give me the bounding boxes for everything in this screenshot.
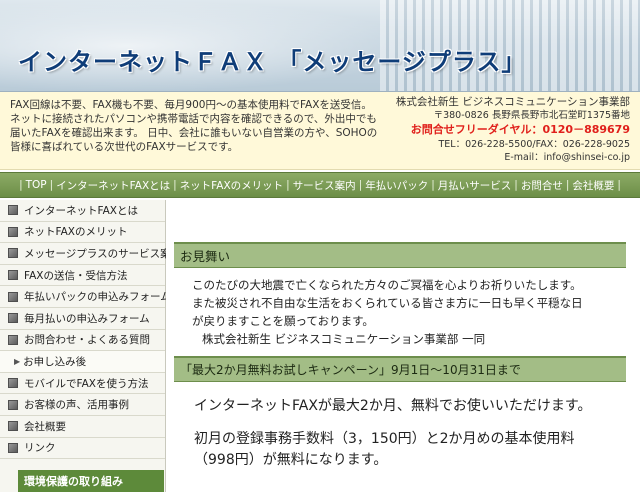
condolence-line: が戻りますことを願っております。	[192, 314, 374, 328]
company-address: 〒380-0826 長野県長野市北石堂町1375番地	[433, 110, 630, 121]
sidebar-item-label: お問合わせ・よくある質問	[24, 334, 150, 347]
sidebar-item-what-is-fax[interactable]: インターネットFAXとは	[0, 200, 165, 222]
nav-what-is-internet-fax[interactable]: インターネットFAXとは	[55, 178, 171, 193]
sidebar-item-label: お客様の声、活用事例	[24, 399, 129, 412]
sidebar-item-company[interactable]: 会社概要	[0, 416, 165, 438]
email-address[interactable]: E-mail：info@shinsei-co.jp	[390, 151, 630, 164]
square-bullet-icon	[8, 399, 18, 410]
company-contact: 株式会社新生 ビジネスコミュニケーション事業部 〒380-0826 長野県長野市…	[390, 96, 630, 164]
sidebar-item-label: モバイルでFAXを使う方法	[24, 377, 149, 390]
nav-monthly-service[interactable]: 月払いサービス	[437, 178, 513, 193]
square-bullet-icon	[8, 291, 18, 302]
nav-merits[interactable]: ネットFAXのメリット	[179, 178, 284, 193]
nav-contact[interactable]: お問合せ	[520, 178, 564, 193]
campaign-paragraph: インターネットFAXが最大2か月、無料でお使いいただけます。	[194, 398, 592, 414]
condolence-line: このたびの大地震で亡くなられた方々のご冥福を心よりお祈りいたします。	[192, 278, 582, 292]
condolence-line: また被災され不自由な生活をおくられている皆さま方に一日も早く平穏な日	[192, 296, 583, 310]
square-bullet-icon	[8, 226, 18, 237]
sidebar-item-merits[interactable]: ネットFAXのメリット	[0, 222, 165, 244]
sidebar-item-monthly-form[interactable]: 毎月払いの申込みフォーム	[0, 308, 165, 330]
sidebar-item-label: メッセージプラスのサービス案内	[24, 247, 182, 260]
sidebar-item-label: 毎月払いの申込みフォーム	[24, 312, 150, 325]
info-strip: FAX回線は不要、FAX機も不要、毎月900円～の基本使用料でFAXを送受信。ネ…	[0, 92, 640, 170]
main-content: お見舞い このたびの大地震で亡くなられた方々のご冥福を心よりお祈りいたします。 …	[166, 200, 640, 492]
campaign-body: インターネットFAXが最大2か月、無料でお使いいただけます。 初月の登録事務手数…	[194, 396, 614, 471]
sidebar-item-send-receive[interactable]: FAXの送信・受信方法	[0, 265, 165, 287]
service-description: FAX回線は不要、FAX機も不要、毎月900円～の基本使用料でFAXを送受信。ネ…	[10, 99, 378, 153]
sidebar: インターネットFAXとは ネットFAXのメリット メッセージプラスのサービス案内…	[0, 200, 181, 492]
sidebar-item-label: 年払いパックの申込みフォーム	[24, 291, 171, 304]
condolence-heading: お見舞い	[174, 242, 626, 268]
campaign-heading: 「最大2か月無料お試しキャンペーン」9月1日～10月31日まで	[174, 356, 626, 382]
sidebar-item-label: お申し込み後	[23, 355, 87, 368]
triangle-right-icon: ▶	[14, 356, 21, 366]
nav-company[interactable]: 会社概要	[571, 178, 615, 193]
company-name: 株式会社新生 ビジネスコミュニケーション事業部	[395, 96, 630, 108]
sidebar-item-label: リンク	[24, 442, 56, 455]
square-bullet-icon	[8, 378, 18, 389]
square-bullet-icon	[8, 442, 18, 453]
condolence-message: このたびの大地震で亡くなられた方々のご冥福を心よりお祈りいたします。 また被災さ…	[192, 276, 632, 348]
sidebar-item-label: FAXの送信・受信方法	[24, 269, 128, 282]
condolence-signature: 株式会社新生 ビジネスコミュニケーション事業部 一同	[202, 332, 486, 346]
campaign-paragraph: 初月の登録事務手数料（3，150円）と2か月めの基本使用料（998円）が無料にな…	[194, 431, 575, 468]
sidebar-item-label: ネットFAXのメリット	[24, 226, 128, 239]
square-bullet-icon	[8, 205, 18, 216]
square-bullet-icon	[8, 248, 18, 259]
sidebar-item-annual-form[interactable]: 年払いパックの申込みフォーム	[0, 286, 171, 308]
sidebar-item-label: 会社概要	[24, 420, 66, 433]
sidebar-item-links[interactable]: リンク	[0, 438, 165, 460]
sidebar-item-after-application[interactable]: ▶ お申し込み後	[0, 351, 165, 373]
nav-top[interactable]: TOP	[25, 179, 48, 191]
header-banner: インターネットＦＡＸ 「メッセージプラス」	[0, 0, 640, 92]
sidebar-item-faq[interactable]: お問合わせ・よくある質問	[0, 330, 165, 352]
eco-initiative-button[interactable]: 環境保護の取り組み	[18, 470, 164, 492]
tel-fax: TEL：026-228-5500/FAX：026-228-9025	[438, 139, 631, 150]
sidebar-item-mobile[interactable]: モバイルでFAXを使う方法	[0, 373, 165, 395]
site-title: インターネットＦＡＸ 「メッセージプラス」	[18, 48, 527, 76]
square-bullet-icon	[8, 421, 18, 432]
square-bullet-icon	[8, 313, 18, 324]
square-bullet-icon	[8, 334, 18, 345]
main-nav: | TOP | インターネットFAXとは | ネットFAXのメリット | サービ…	[0, 172, 640, 198]
nav-service-guide[interactable]: サービス案内	[292, 178, 357, 193]
square-bullet-icon	[8, 270, 18, 281]
sidebar-item-testimonials[interactable]: お客様の声、活用事例	[0, 394, 165, 416]
freedial-number: お問合せフリーダイヤル：0120－889679	[410, 123, 630, 136]
sidebar-item-service-guide[interactable]: メッセージプラスのサービス案内	[0, 243, 181, 265]
nav-annual-pack[interactable]: 年払いパック	[364, 178, 429, 193]
sidebar-item-label: インターネットFAXとは	[24, 204, 138, 217]
